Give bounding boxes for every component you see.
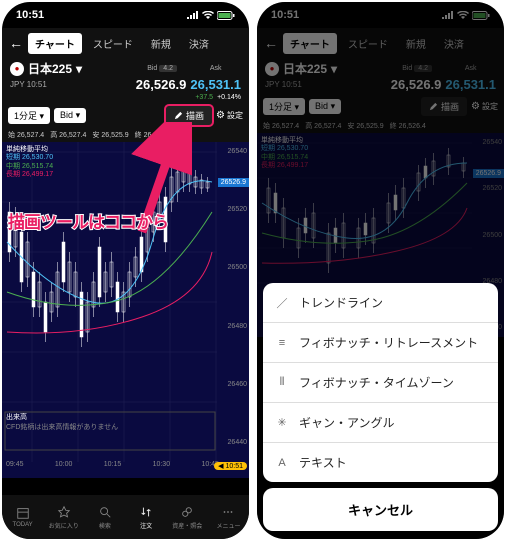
bidask-dropdown[interactable]: Bid ▾ [54,108,86,123]
status-bar: 10:51 [2,2,249,28]
text-icon: A [275,457,289,469]
change-row: +37.5 +0.14% [2,94,249,103]
gear-icon: ⚙ [216,110,225,121]
menu-item-gann[interactable]: ✳ギャン・アングル [263,403,498,443]
tab-search[interactable]: 検索 [84,495,125,539]
phone-right: 10:51 ← チャート スピード 新規 決済 ● 日本225 ▾ Bid 4.… [257,2,504,539]
tab-order[interactable]: 注文 [126,495,167,539]
ask-price[interactable]: 26,531.1 [190,77,241,92]
x-axis: 09:4510:0010:1510:3010:45 [6,457,219,468]
fib-timezone-icon: ⦀ [275,376,289,389]
chevron-down-icon: ▾ [76,62,82,76]
fib-retrace-icon: ≡ [275,337,289,349]
tab-asset[interactable]: 資産・照会 [167,495,208,539]
trendline-icon: ／ [275,295,289,311]
timeframe-dropdown[interactable]: 1分足 ▾ [8,107,50,124]
ask-label: Ask [190,65,241,72]
instrument-bar: ● 日本225 ▾ Bid 4.2 Ask JPY 10:51 26,526.9… [2,58,249,94]
action-sheet: ／トレンドライン ≡フィボナッチ・リトレースメント ⦀フィボナッチ・タイムゾーン… [263,283,498,531]
price-tag: 26526.9 [218,178,249,187]
tab-favorite[interactable]: お気に入り [43,495,84,539]
instrument-sub: JPY 10:51 [10,80,136,89]
annotation-callout: 描画ツールはココから [8,208,215,233]
draw-button[interactable]: 描画 [166,106,212,125]
phone-left: 10:51 ← チャート スピード 新規 決済 ● 日本225 ▾ Bid 4.… [2,2,249,539]
bid-price[interactable]: 26,526.9 [136,77,191,92]
bottom-tabbar: TODAY お気に入り 検索 注文 資産・照会 メニュー [2,495,249,539]
time-tag: ◀ 10:51 [214,462,247,470]
instrument-name[interactable]: ● 日本225 ▾ [10,60,136,77]
back-icon[interactable]: ← [6,35,26,51]
nav-tab-new[interactable]: 新規 [144,33,178,54]
chart-toolbar: 1分足 ▾ Bid ▾ 描画 ⚙ 設定 [2,103,249,128]
gann-icon: ✳ [275,416,289,429]
y-axis: 265402652026500264802646026440 [228,142,247,478]
top-nav: ← チャート スピード 新規 決済 [2,28,249,58]
settings-button[interactable]: ⚙ 設定 [216,110,243,121]
nav-tab-settle[interactable]: 決済 [182,33,216,54]
nav-tab-speed[interactable]: スピード [86,33,140,54]
status-indicators [187,11,235,20]
nav-tab-chart[interactable]: チャート [28,33,82,54]
menu-item-text[interactable]: Aテキスト [263,443,498,482]
status-time: 10:51 [16,9,44,21]
menu-item-fib-retrace[interactable]: ≡フィボナッチ・リトレースメント [263,323,498,363]
ma-legend: 単純移動平均 短期 26,530.70 中期 26,515.74 長期 26,4… [6,146,53,180]
jp-flag-icon: ● [10,62,24,76]
cancel-button[interactable]: キャンセル [263,488,498,531]
tab-today[interactable]: TODAY [2,495,43,539]
chart-area[interactable]: 単純移動平均 短期 26,530.70 中期 26,515.74 長期 26,4… [2,142,249,478]
menu-item-trendline[interactable]: ／トレンドライン [263,283,498,323]
change-abs: +37.5 [195,94,213,101]
bid-label: Bid 4.2 [136,65,191,72]
ohlc-bar: 始 26,527.4 高 26,527.4 安 26,525.9 終 26,52… [2,128,249,142]
pencil-icon [174,111,183,120]
menu-item-fib-timezone[interactable]: ⦀フィボナッチ・タイムゾーン [263,363,498,403]
volume-panel: 出来高 CFD銘柄は出来高情報がありません [6,412,118,432]
change-pct: +0.14% [217,94,241,101]
tab-menu[interactable]: メニュー [208,495,249,539]
draw-tool-menu: ／トレンドライン ≡フィボナッチ・リトレースメント ⦀フィボナッチ・タイムゾーン… [263,283,498,482]
